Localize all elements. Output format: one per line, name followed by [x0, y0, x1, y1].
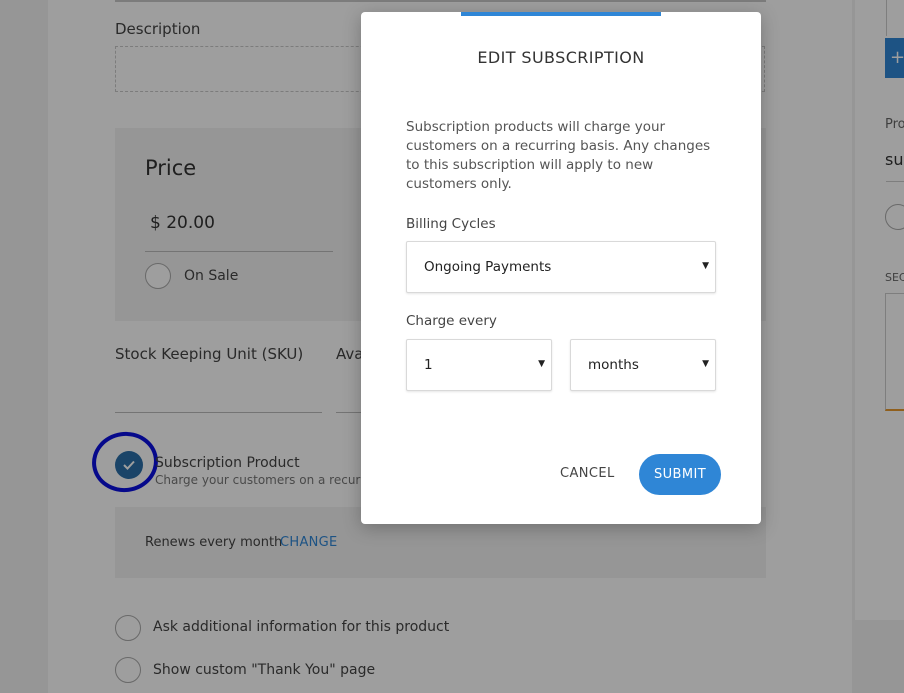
dialog-description: Subscription products will charge your c…	[406, 119, 711, 192]
billing-cycles-value: Ongoing Payments	[424, 259, 552, 275]
charge-unit-select[interactable]: months ▼	[570, 339, 716, 391]
charge-every-label: Charge every	[406, 313, 497, 329]
dropdown-arrow-icon: ▼	[702, 359, 709, 369]
billing-cycles-label: Billing Cycles	[406, 216, 496, 232]
billing-cycles-select[interactable]: Ongoing Payments ▼	[406, 241, 716, 293]
dialog-accent-bar	[461, 12, 661, 16]
submit-button[interactable]: SUBMIT	[639, 454, 721, 495]
charge-unit-value: months	[588, 357, 639, 373]
charge-count-select[interactable]: 1 ▼	[406, 339, 552, 391]
dropdown-arrow-icon: ▼	[538, 359, 545, 369]
dialog-title: EDIT SUBSCRIPTION	[477, 48, 645, 67]
charge-count-value: 1	[424, 357, 433, 373]
dropdown-arrow-icon: ▼	[702, 261, 709, 271]
edit-subscription-dialog: EDIT SUBSCRIPTION Subscription products …	[361, 12, 761, 524]
cancel-button[interactable]: CANCEL	[560, 466, 615, 481]
